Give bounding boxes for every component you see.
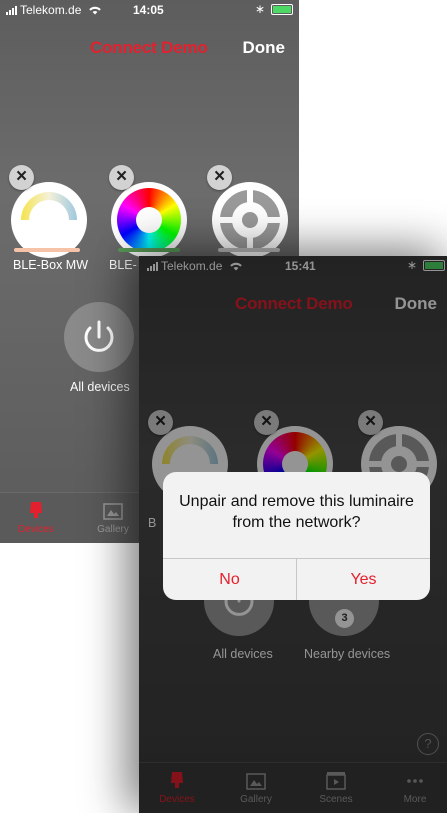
signal-icon — [6, 6, 17, 15]
status-bar: Telekom.de 14:05 ∗ — [0, 0, 299, 20]
bluetooth-icon: ∗ — [254, 2, 265, 16]
remove-device-button[interactable]: × — [207, 165, 232, 190]
device-tile-rgb[interactable] — [111, 182, 187, 258]
device-color-bar — [118, 248, 180, 252]
status-right: ∗ — [255, 2, 293, 16]
nav-bar: Connect Demo Done — [0, 20, 299, 68]
tab-label: Devices — [18, 524, 54, 535]
device-color-bar — [14, 248, 80, 252]
all-devices-power-button[interactable] — [64, 302, 134, 372]
tab-gallery[interactable]: Gallery — [90, 493, 136, 543]
carrier-name: Telekom.de — [20, 3, 82, 17]
clock: 14:05 — [133, 3, 164, 17]
battery-icon — [271, 3, 293, 15]
device-color-bar — [218, 248, 280, 252]
wifi-icon — [88, 6, 101, 15]
white-tunable-icon — [21, 192, 77, 220]
lamp-icon — [30, 502, 42, 518]
device-tile-white-tunable[interactable] — [11, 182, 87, 258]
carrier: Telekom.de — [6, 3, 102, 17]
device-tile-sensor[interactable] — [212, 182, 288, 258]
gallery-icon — [103, 503, 123, 520]
alert-message: Unpair and remove this luminaire from th… — [179, 493, 414, 531]
front-screenshot: Telekom.de 15:41 ∗ Connect Demo Done × B… — [139, 256, 447, 813]
tab-label: Gallery — [97, 524, 129, 535]
sensor-icon — [220, 190, 280, 250]
all-devices-label: All devices — [70, 380, 130, 394]
remove-device-button[interactable]: × — [9, 165, 34, 190]
alert-no-button[interactable]: No — [163, 559, 296, 600]
tab-devices[interactable]: Devices — [10, 493, 62, 543]
unpair-alert-dialog: Unpair and remove this luminaire from th… — [163, 472, 430, 600]
device-label: BLE- — [109, 258, 137, 272]
device-label: BLE-Box MW — [13, 258, 89, 272]
remove-device-button[interactable]: × — [109, 165, 134, 190]
page-title: Connect Demo — [90, 38, 208, 57]
done-button[interactable]: Done — [243, 38, 286, 58]
alert-yes-button[interactable]: Yes — [297, 559, 430, 600]
power-icon — [84, 320, 114, 352]
